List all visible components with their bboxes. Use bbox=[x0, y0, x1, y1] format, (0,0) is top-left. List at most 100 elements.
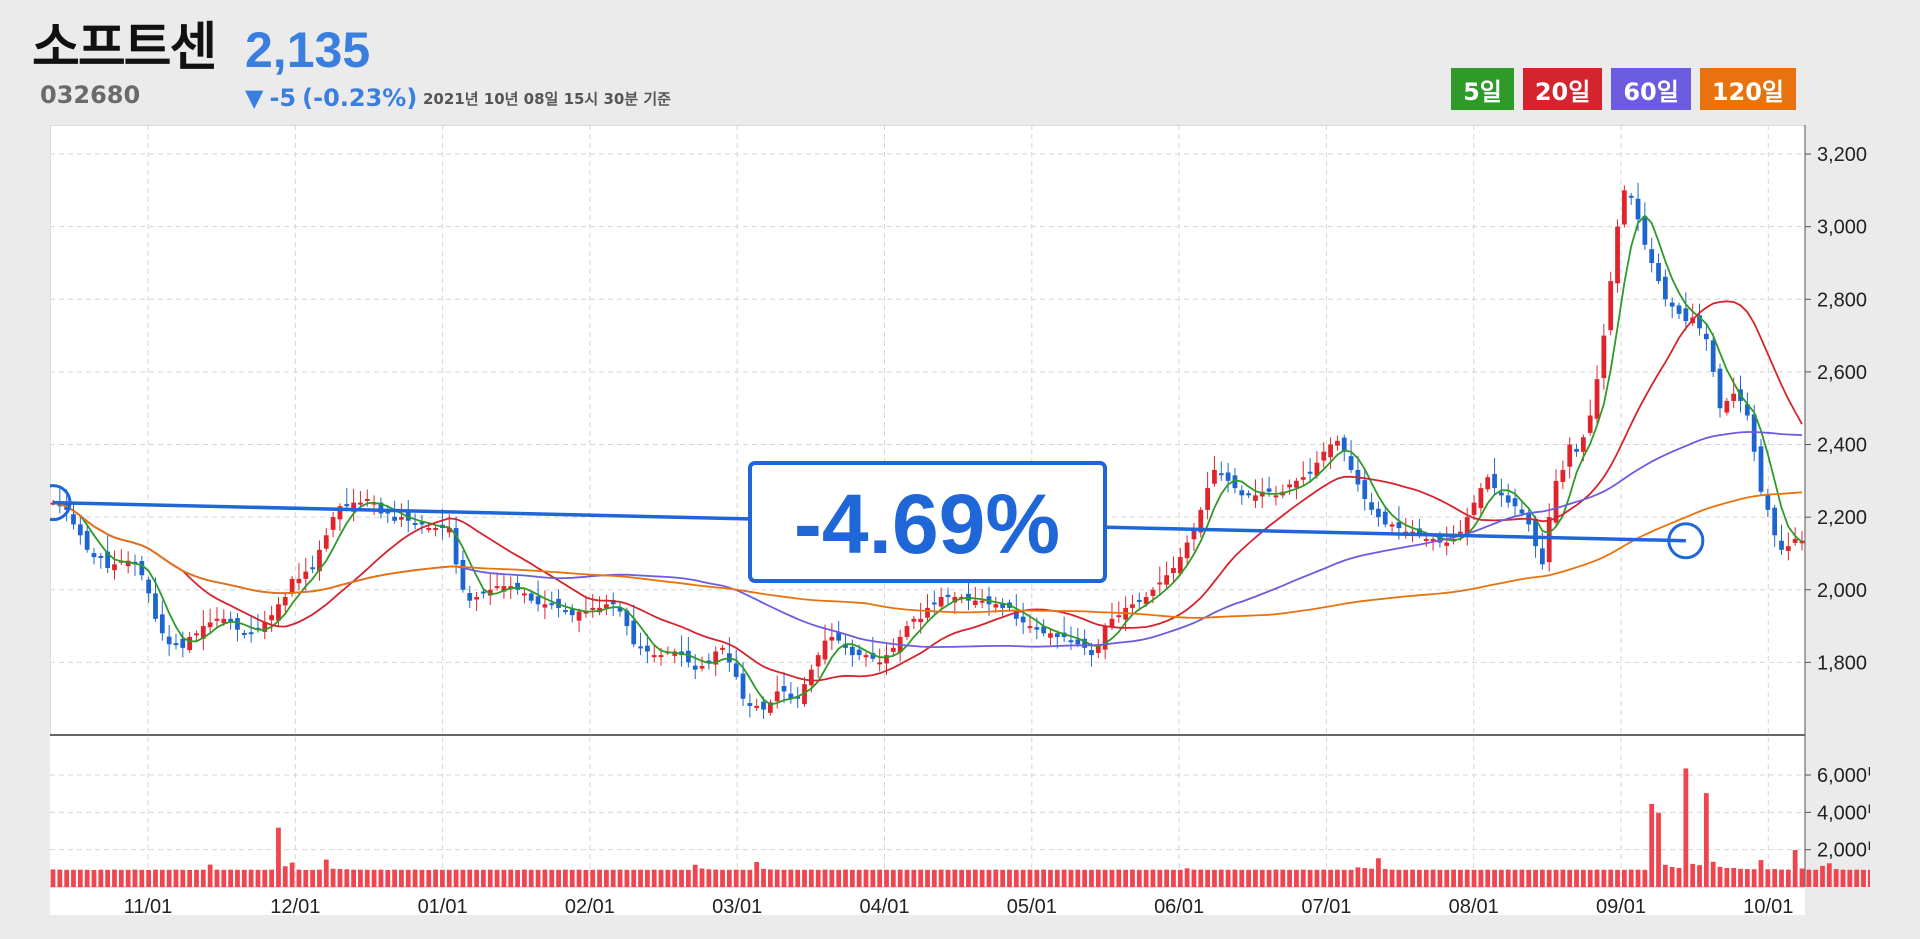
ma-20-toggle[interactable]: 20일 bbox=[1522, 68, 1603, 110]
volume-bar bbox=[952, 869, 958, 887]
date-tick-label: 10/01 bbox=[1743, 896, 1793, 915]
candle-body bbox=[1389, 524, 1395, 527]
candle-body bbox=[1130, 604, 1135, 608]
volume-bar bbox=[713, 869, 719, 887]
current-price: 2,135 bbox=[245, 22, 371, 78]
candle-body bbox=[822, 640, 828, 660]
candle-body bbox=[1335, 440, 1340, 446]
volume-bar bbox=[57, 869, 63, 887]
candle-body bbox=[645, 645, 650, 652]
stock-code: 032680 bbox=[40, 81, 141, 109]
candle-body bbox=[911, 618, 917, 622]
volume-bar bbox=[1826, 863, 1832, 887]
volume-bar bbox=[125, 869, 131, 887]
volume-bar bbox=[440, 869, 445, 887]
volume-bar bbox=[1519, 869, 1525, 887]
volume-bar bbox=[1642, 869, 1648, 887]
date-tick-label: 05/01 bbox=[1007, 896, 1057, 915]
volume-bar bbox=[153, 869, 158, 887]
volume-bar bbox=[679, 869, 684, 887]
volume-bar bbox=[1738, 868, 1743, 887]
volume-bar bbox=[1594, 869, 1600, 887]
volume-bar bbox=[1109, 869, 1115, 887]
volume-bar bbox=[1697, 865, 1702, 887]
volume-bar bbox=[1669, 867, 1675, 887]
volume-tick-label: 4,000만 bbox=[1817, 801, 1870, 824]
volume-bar bbox=[1451, 869, 1456, 887]
candle-body bbox=[235, 618, 240, 630]
volume-bar bbox=[194, 869, 199, 887]
candle-body bbox=[631, 620, 637, 645]
volume-bar bbox=[1430, 869, 1436, 887]
volume-bar bbox=[1533, 869, 1538, 887]
volume-bar bbox=[597, 869, 602, 887]
candle-body bbox=[1615, 226, 1620, 284]
volume-bar bbox=[235, 869, 240, 887]
candle-body bbox=[1048, 633, 1053, 638]
volume-bar bbox=[651, 869, 657, 887]
price-tick-label: 3,200 bbox=[1817, 144, 1867, 166]
candle-body bbox=[1676, 305, 1682, 314]
candle-body bbox=[733, 663, 739, 677]
candle-body bbox=[1458, 531, 1463, 534]
volume-bar bbox=[71, 869, 76, 887]
volume-bar bbox=[1833, 869, 1839, 887]
candle-body bbox=[1376, 508, 1381, 518]
candle-body bbox=[173, 643, 179, 646]
volume-bar bbox=[487, 869, 493, 887]
date-tick-label: 01/01 bbox=[418, 896, 468, 915]
volume-bar bbox=[884, 869, 889, 887]
volume-bar bbox=[733, 869, 739, 887]
candle-body bbox=[1212, 469, 1217, 484]
candle-body bbox=[979, 600, 985, 603]
candle-body bbox=[467, 593, 473, 601]
volume-bar bbox=[1212, 869, 1217, 887]
candle-body bbox=[146, 579, 152, 594]
volume-bar bbox=[1512, 869, 1518, 887]
ma-5-toggle[interactable]: 5일 bbox=[1451, 68, 1514, 110]
volume-bar bbox=[856, 869, 862, 887]
date-tick-label: 11/01 bbox=[124, 896, 173, 915]
volume-bar bbox=[330, 868, 336, 887]
volume-bar bbox=[494, 869, 500, 887]
ma-60-toggle[interactable]: 60일 bbox=[1611, 68, 1691, 110]
candle-body bbox=[576, 611, 582, 621]
volume-bar bbox=[849, 869, 855, 887]
volume-bar bbox=[481, 869, 486, 887]
volume-bar bbox=[966, 869, 971, 887]
candle-body bbox=[282, 597, 288, 606]
volume-bar bbox=[1116, 869, 1122, 887]
volume-bar bbox=[535, 869, 541, 887]
candle-body bbox=[112, 564, 117, 571]
volume-bar bbox=[118, 869, 124, 887]
candle-body bbox=[1184, 542, 1190, 559]
candle-body bbox=[1587, 415, 1593, 433]
volume-bar bbox=[112, 869, 117, 887]
volume-bar bbox=[1751, 869, 1757, 887]
volume-bar bbox=[1246, 869, 1251, 887]
candle-body bbox=[214, 618, 220, 621]
candle-body bbox=[289, 578, 295, 594]
volume-bar bbox=[296, 869, 302, 887]
volume-bar bbox=[1232, 869, 1238, 887]
candle-body bbox=[1225, 472, 1231, 481]
candle-body bbox=[1321, 451, 1327, 461]
volume-bar bbox=[1505, 869, 1511, 887]
volume-bar bbox=[1724, 867, 1730, 887]
candle-body bbox=[1300, 477, 1306, 480]
candle-body bbox=[139, 561, 145, 576]
volume-bar bbox=[767, 869, 773, 887]
volume-bar bbox=[604, 869, 609, 887]
ma-120-toggle[interactable]: 120일 bbox=[1699, 68, 1796, 110]
candle-body bbox=[781, 685, 787, 692]
candle-body bbox=[1649, 249, 1655, 263]
candle-body bbox=[1157, 582, 1163, 585]
candle-body bbox=[1505, 495, 1511, 503]
candle-body bbox=[1444, 542, 1450, 546]
candle-body bbox=[692, 665, 698, 670]
volume-bar bbox=[1861, 869, 1866, 887]
volume-bar bbox=[1198, 869, 1204, 887]
volume-bar bbox=[1649, 803, 1655, 887]
stock-chart[interactable]: -4.69% 3,200 3,000 2,800 2,600 2,400 2,200 2,0… bbox=[34, 124, 1885, 918]
volume-bar bbox=[310, 869, 315, 887]
